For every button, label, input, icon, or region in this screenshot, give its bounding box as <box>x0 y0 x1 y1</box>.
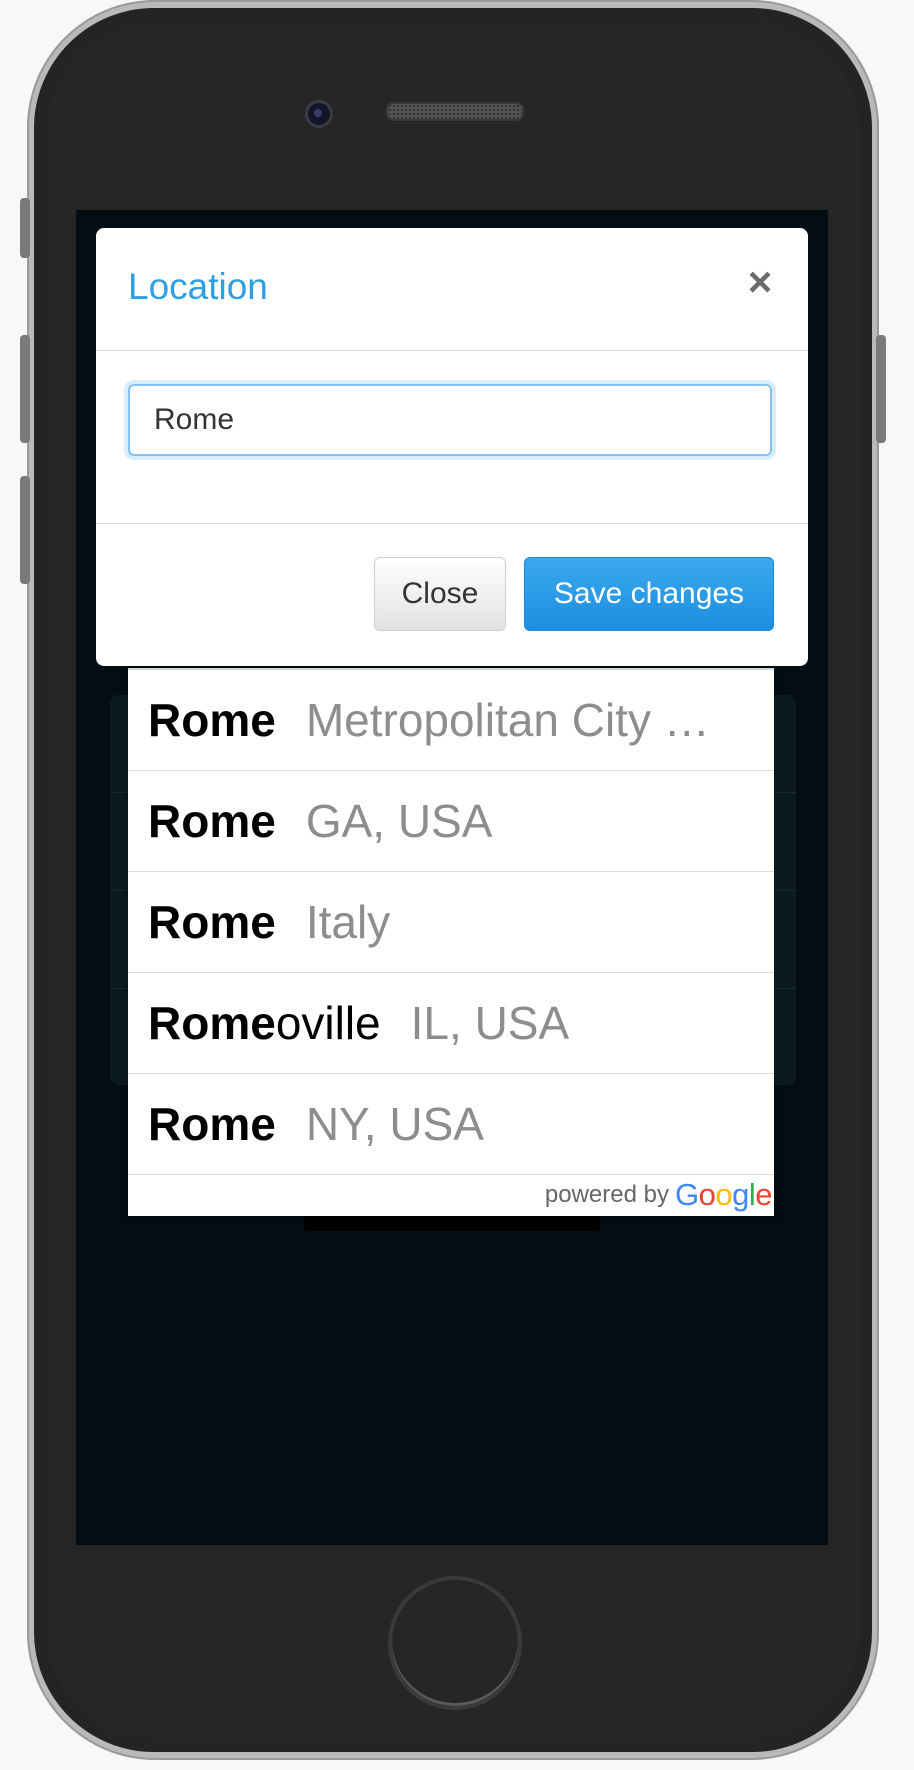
suggestion-item[interactable]: Rome GA, USA <box>128 771 774 872</box>
suggestion-primary: Rome <box>148 1097 276 1151</box>
suggestion-item[interactable]: Rome NY, USA <box>128 1074 774 1175</box>
modal-header: Location × <box>96 228 808 351</box>
power-button <box>876 335 886 443</box>
suggestion-primary: Romeoville <box>148 996 381 1050</box>
suggestion-match: Rome <box>148 795 276 847</box>
close-button[interactable]: Close <box>374 557 506 631</box>
suggestion-match: Rome <box>148 896 276 948</box>
suggestion-secondary: Italy <box>305 896 391 948</box>
phone-screen: Location × Close Save changes Rome Metro… <box>76 210 828 1545</box>
suggestion-secondary: IL, USA <box>410 997 570 1049</box>
suggestion-item[interactable]: Rome Metropolitan City of Rome, Italy <box>128 670 774 771</box>
google-logo-letter: G <box>674 1177 699 1212</box>
suggestion-secondary: Metropolitan City of Rome, Italy <box>305 694 726 746</box>
earpiece-speaker <box>386 102 524 121</box>
mute-switch <box>20 198 30 258</box>
close-icon[interactable]: × <box>740 258 780 305</box>
suggestion-item[interactable]: Rome Italy <box>128 872 774 973</box>
powered-by-label: powered by <box>544 1181 669 1208</box>
volume-down-button <box>20 476 30 584</box>
google-logo-letter: g <box>732 1177 749 1212</box>
powered-by-google: powered by Google <box>544 1177 773 1213</box>
suggestion-primary: Rome <box>148 693 276 747</box>
suggestion-rest: oville <box>275 997 381 1049</box>
google-logo: Google <box>674 1177 773 1213</box>
volume-up-button <box>20 335 30 443</box>
front-camera <box>305 100 333 128</box>
modal-footer: Close Save changes <box>96 524 808 665</box>
google-logo-letter: o <box>698 1177 716 1212</box>
suggestion-secondary: NY, USA <box>305 1098 484 1150</box>
suggestion-primary: Rome <box>148 895 276 949</box>
modal-title: Location <box>128 266 268 307</box>
location-search-input[interactable] <box>128 384 772 456</box>
suggestion-primary: Rome <box>148 794 276 848</box>
suggestion-item[interactable]: Romeoville IL, USA <box>128 973 774 1074</box>
location-modal: Location × Close Save changes <box>96 228 808 666</box>
save-changes-button[interactable]: Save changes <box>524 557 774 631</box>
suggestion-match: Rome <box>148 694 276 746</box>
modal-body <box>96 351 808 524</box>
suggestion-match: Rome <box>148 997 276 1049</box>
google-logo-letter: o <box>715 1177 733 1212</box>
autocomplete-dropdown: Rome Metropolitan City of Rome, Italy Ro… <box>128 668 774 1216</box>
home-button[interactable] <box>388 1576 522 1710</box>
google-logo-letter: e <box>755 1177 772 1212</box>
suggestion-secondary: GA, USA <box>305 795 493 847</box>
suggestion-match: Rome <box>148 1098 276 1150</box>
